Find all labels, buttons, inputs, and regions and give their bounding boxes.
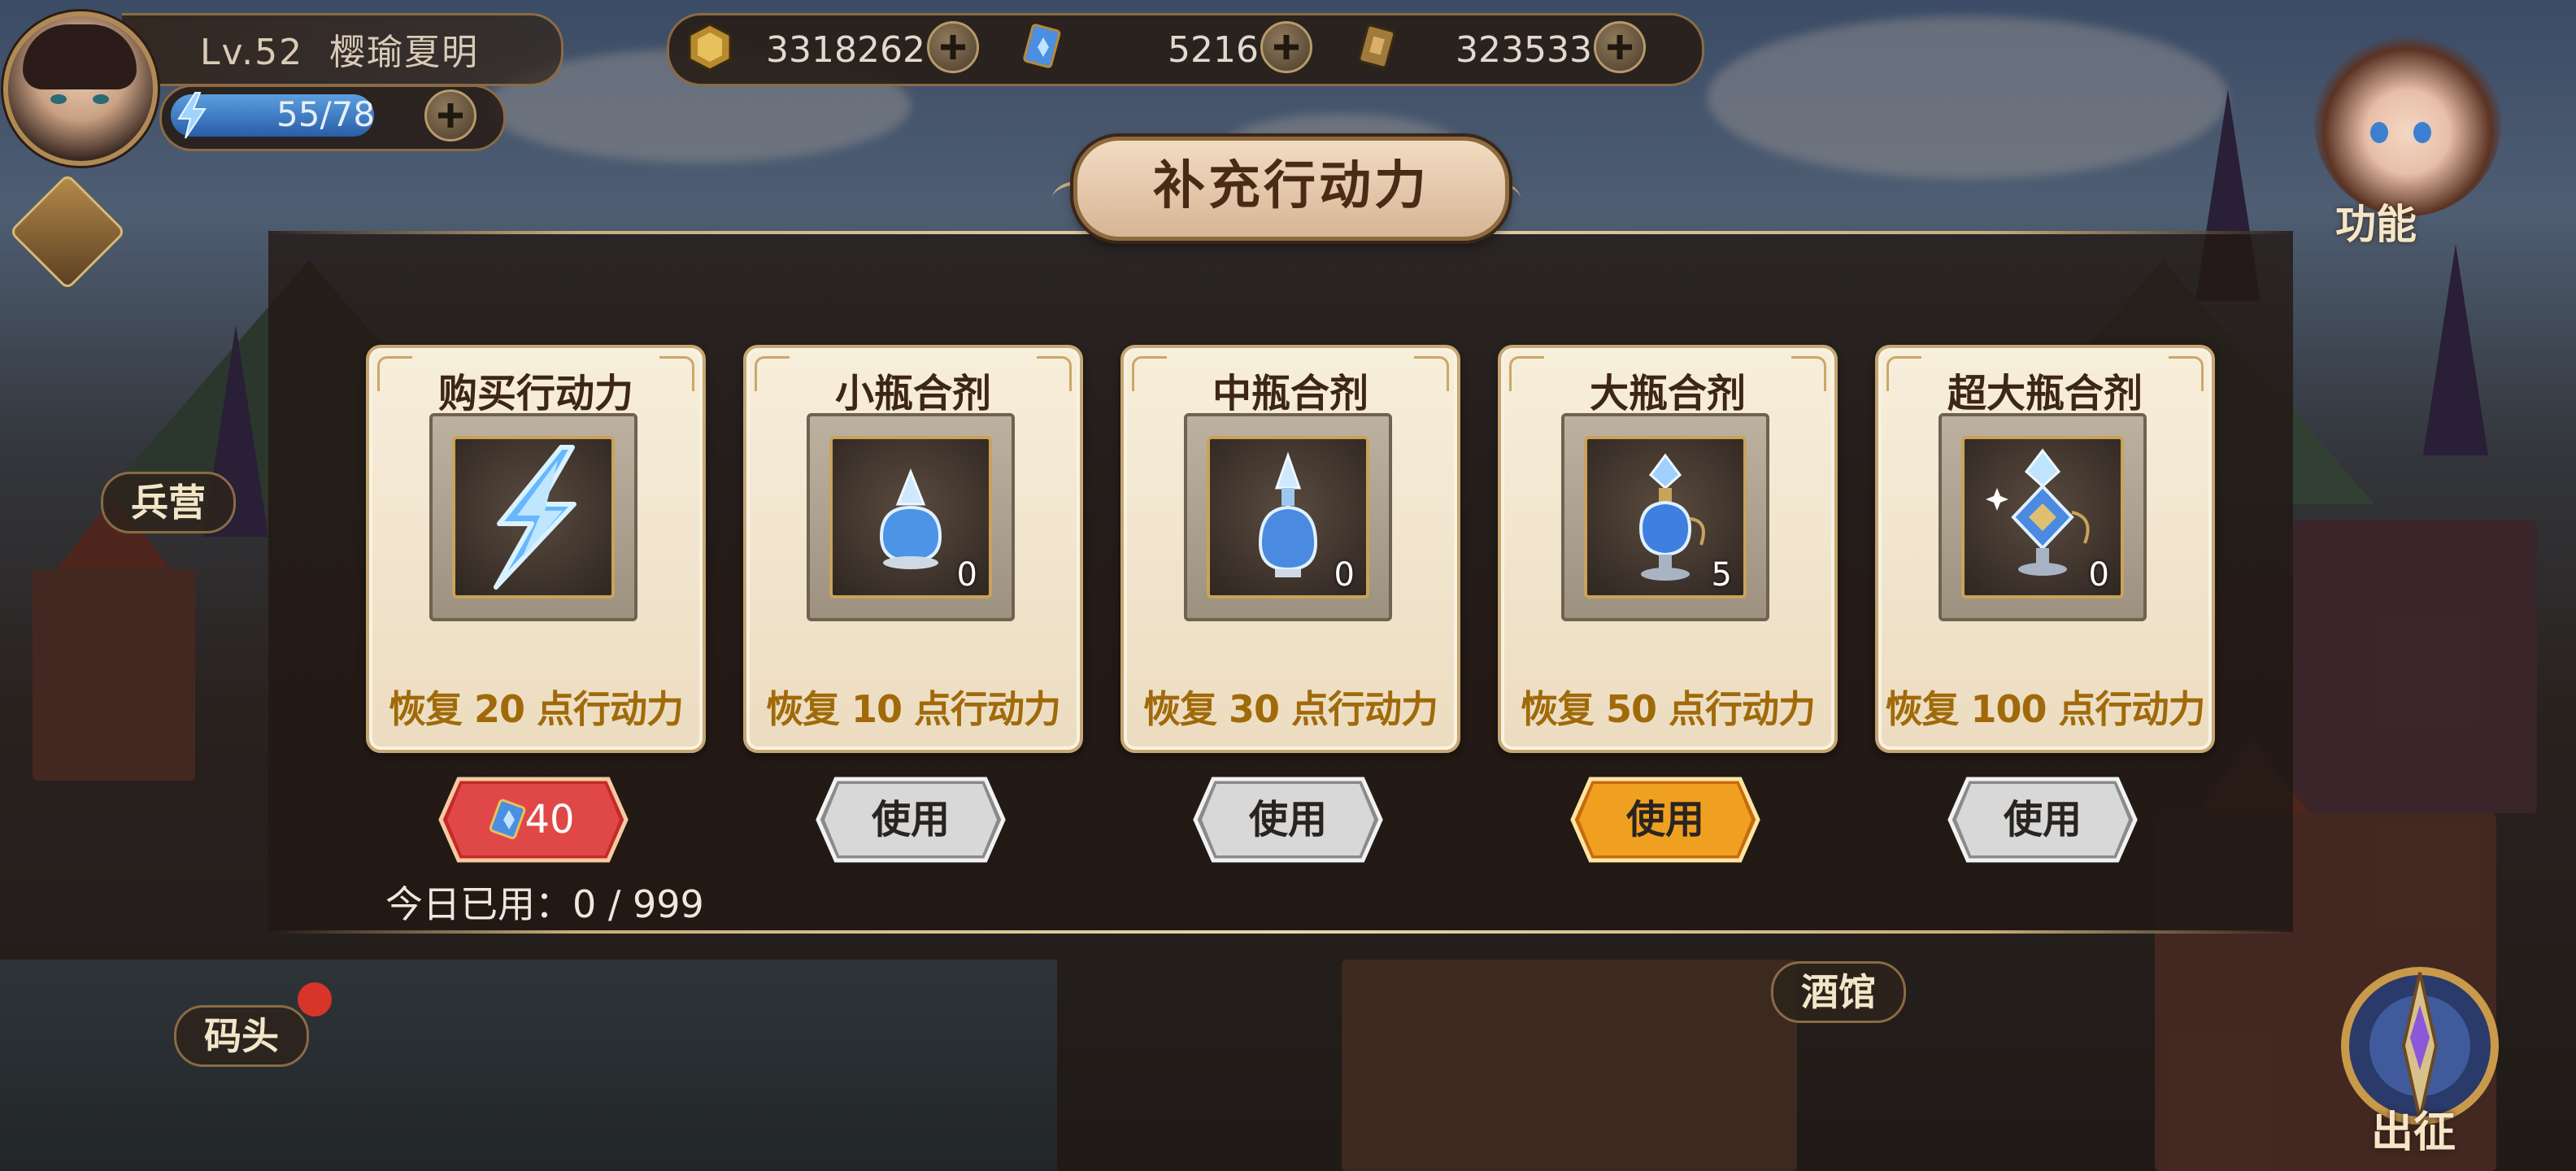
- used-today-counter: 今日已用：0 / 999: [385, 882, 704, 926]
- player-avatar[interactable]: [3, 11, 158, 166]
- item-card-extra-large-potion: 超大瓶合剂 0 恢复 100 点行动力: [1875, 345, 2215, 753]
- item-title: 中瓶合剂: [1212, 371, 1368, 416]
- notification-dot: [298, 982, 332, 1016]
- use-large-potion-button[interactable]: 使用: [1569, 776, 1761, 864]
- player-name: 樱瑜夏明: [329, 32, 480, 73]
- function-menu-button[interactable]: [2314, 29, 2501, 216]
- add-token-button[interactable]: [1594, 21, 1646, 73]
- item-description: 恢复 10 点行动力: [765, 687, 1061, 731]
- expedition-label: 出征: [2371, 1108, 2456, 1157]
- use-button-label: 使用: [1248, 797, 1327, 842]
- item-description: 恢复 50 点行动力: [1520, 687, 1816, 731]
- gold-value: 3318262: [766, 29, 925, 71]
- item-icon-frame: 0: [1939, 413, 2147, 621]
- use-small-potion-button[interactable]: 使用: [815, 776, 1007, 864]
- add-gold-button[interactable]: [927, 21, 979, 73]
- player-level: Lv.52: [200, 32, 304, 73]
- item-card-buy-energy: 购买行动力 恢复 20 点行动力: [366, 345, 706, 753]
- dock-button[interactable]: 码头: [174, 1005, 309, 1067]
- gem-value: 5216: [1168, 29, 1259, 71]
- item-count: 0: [2088, 556, 2109, 594]
- tavern-button[interactable]: 酒馆: [1771, 961, 1906, 1023]
- token-value: 323533: [1456, 29, 1592, 71]
- add-gem-button[interactable]: [1260, 21, 1312, 73]
- dialog-bottom-border: [268, 930, 2293, 934]
- item-icon-frame: 0: [807, 413, 1015, 621]
- buy-energy-cost: 40: [524, 797, 575, 842]
- use-button-label: 使用: [871, 797, 950, 842]
- use-button-label: 使用: [1625, 797, 1704, 842]
- energy-value: 55/78: [276, 94, 376, 134]
- player-level-name: Lv.52 樱瑜夏明: [200, 23, 479, 75]
- lightning-bolt-icon: [494, 445, 577, 590]
- dialog-title: 补充行动力: [1073, 137, 1509, 241]
- item-icon-frame: 5: [1561, 413, 1769, 621]
- use-button-label: 使用: [2003, 797, 2082, 842]
- item-count: 5: [1711, 556, 1732, 594]
- item-description: 恢复 100 点行动力: [1885, 687, 2205, 731]
- item-title: 小瓶合剂: [834, 371, 991, 416]
- lightning-icon: [177, 92, 207, 139]
- item-title: 购买行动力: [437, 371, 633, 416]
- gold-coin-icon: [688, 23, 732, 72]
- barracks-button[interactable]: 兵营: [101, 472, 236, 533]
- item-description: 恢复 30 点行动力: [1142, 687, 1438, 731]
- item-icon-frame: [429, 413, 637, 621]
- chibi-eye-icon: [2413, 122, 2431, 143]
- function-label: 功能: [2335, 201, 2417, 248]
- item-title: 超大瓶合剂: [1947, 371, 2143, 416]
- item-card-medium-potion: 中瓶合剂 0 恢复 30 点行动力: [1120, 345, 1460, 753]
- item-card-small-potion: 小瓶合剂 0 恢复 10 点行动力: [743, 345, 1083, 753]
- chibi-eye-icon: [2370, 122, 2388, 143]
- buy-energy-button[interactable]: 40: [437, 776, 629, 864]
- item-title: 大瓶合剂: [1589, 371, 1746, 416]
- blue-gem-ticket-icon: [1023, 24, 1061, 68]
- item-count: 0: [1334, 556, 1355, 594]
- use-extra-large-potion-button[interactable]: 使用: [1947, 776, 2139, 864]
- item-icon-frame: 0: [1184, 413, 1392, 621]
- bronze-token-icon: [1358, 24, 1396, 69]
- item-description: 恢复 20 点行动力: [388, 687, 684, 731]
- add-energy-button[interactable]: [424, 89, 476, 141]
- item-count: 0: [956, 556, 977, 594]
- use-medium-potion-button[interactable]: 使用: [1192, 776, 1384, 864]
- item-card-large-potion: 大瓶合剂 5 恢复 50 点行动力: [1498, 345, 1838, 753]
